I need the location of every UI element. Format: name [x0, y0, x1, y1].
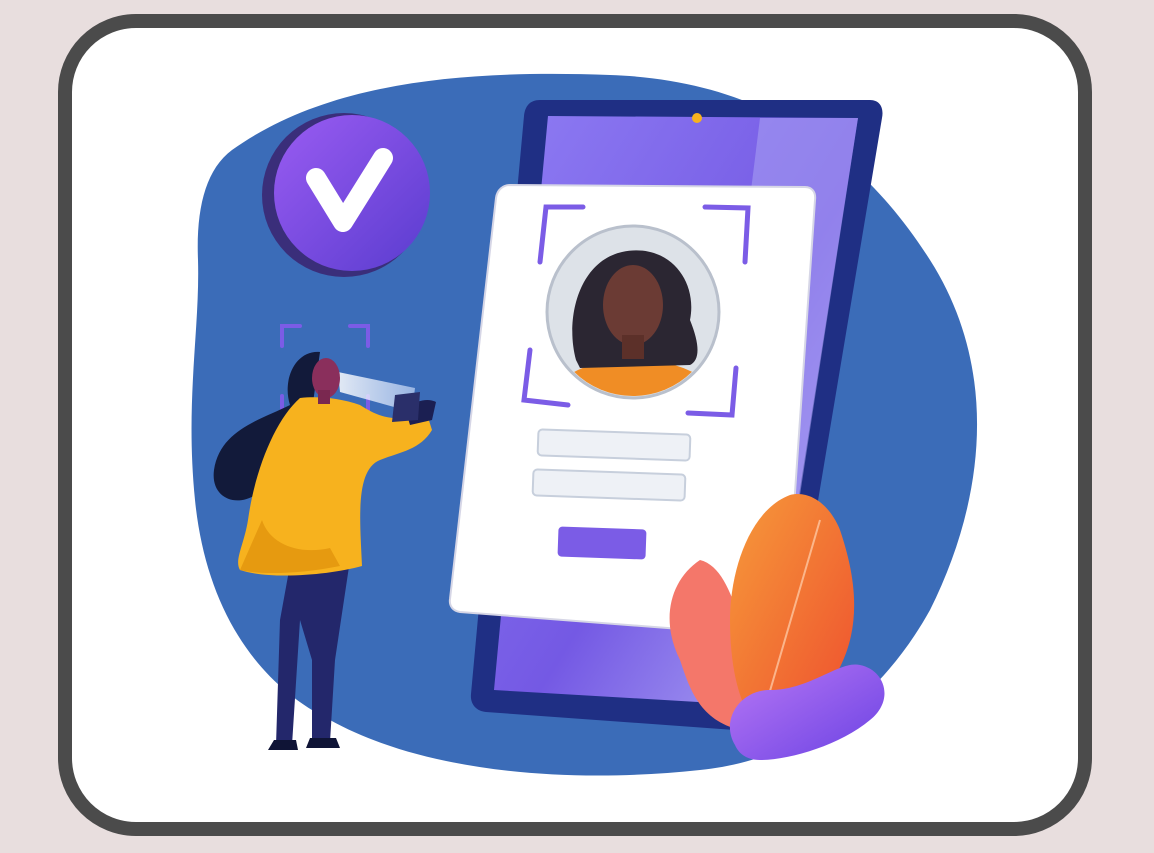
- submit-button: [557, 526, 647, 560]
- form-field-1: [536, 428, 692, 462]
- identity-verification-illustration: [191, 73, 978, 776]
- profile-avatar-icon: [545, 224, 721, 400]
- camera-dot-icon: [692, 113, 702, 123]
- form-field-2: [531, 468, 687, 502]
